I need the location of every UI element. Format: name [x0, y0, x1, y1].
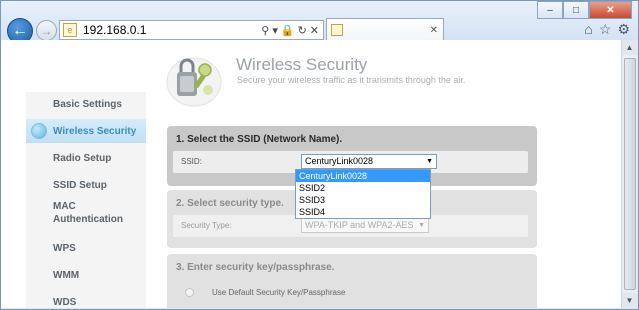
security-type-label: Security Type:	[181, 221, 232, 230]
tab-close-icon[interactable]: ✕	[430, 25, 438, 36]
settings-gear-icon[interactable]: ⚙	[617, 21, 630, 38]
ssid-select[interactable]: CenturyLink0028 ▼	[301, 154, 437, 169]
dropdown-arrow-icon[interactable]: ▾	[272, 24, 278, 37]
sidebar-item-label: WMM	[53, 269, 80, 281]
ssid-option[interactable]: CenturyLink0028	[296, 170, 430, 182]
lock-icon[interactable]: 🔒	[281, 24, 295, 37]
sidebar: Basic Settings Wireless Security Radio S…	[26, 92, 146, 308]
maximize-button[interactable]: □	[563, 1, 589, 19]
arrow-right-icon: →	[40, 23, 53, 38]
sidebar-item-label: Basic Settings	[53, 98, 122, 110]
sidebar-item-label: SSID Setup	[53, 179, 107, 191]
ssid-select-value: CenturyLink0028	[305, 156, 374, 166]
ssid-label: SSID:	[181, 157, 202, 166]
scroll-down-arrow-icon[interactable]: ▼	[622, 293, 637, 308]
stop-icon[interactable]: ✕	[310, 24, 319, 37]
forward-button[interactable]: →	[36, 20, 57, 41]
default-key-radio[interactable]	[185, 288, 194, 297]
sidebar-item-wds[interactable]: WDS	[26, 290, 146, 308]
browser-toolbar-icons: ⌂ ☆ ⚙	[584, 21, 630, 38]
sidebar-item-mac-authentication[interactable]: MAC Authentication	[26, 197, 146, 229]
ssid-dropdown-list: CenturyLink0028 SSID2 SSID3 SSID4	[295, 169, 431, 219]
page-favicon-icon: e	[63, 23, 77, 37]
scrollbar-thumb[interactable]	[624, 58, 636, 290]
section-title: 1. Select the SSID (Network Name).	[176, 134, 343, 145]
vertical-scrollbar[interactable]: ▲ ▼	[621, 40, 637, 308]
minimize-button[interactable]: –	[537, 1, 563, 19]
sidebar-item-label: Wireless Security	[53, 125, 137, 137]
security-key-section: 3. Enter security key/passphrase. Use De…	[167, 254, 537, 308]
globe-icon	[31, 123, 47, 139]
sidebar-item-label: WPS	[53, 242, 76, 254]
search-icon[interactable]: ⚲	[261, 24, 269, 37]
sidebar-item-label: Radio Setup	[53, 152, 112, 164]
arrow-left-icon: ←	[12, 22, 28, 39]
scroll-up-arrow-icon[interactable]: ▲	[622, 40, 637, 55]
default-key-option[interactable]: Use Default Security Key/Passphrase	[185, 288, 345, 297]
page-title: Wireless Security	[236, 55, 368, 74]
home-icon[interactable]: ⌂	[584, 21, 592, 38]
ssid-option[interactable]: SSID2	[296, 182, 430, 194]
dropdown-arrow-icon: ▼	[418, 222, 425, 229]
address-bar-icons: ⚲ ▾ 🔒 ↻ ✕	[261, 24, 319, 37]
url-text[interactable]: 192.168.0.1	[83, 23, 261, 37]
refresh-icon[interactable]: ↻	[298, 24, 307, 37]
sidebar-item-radio-setup[interactable]: Radio Setup	[26, 146, 146, 170]
security-type-value: WPA-TKIP and WPA2-AES	[305, 220, 414, 230]
page-viewport: Wireless Security Secure your wireless t…	[1, 40, 621, 308]
favorites-star-icon[interactable]: ☆	[599, 21, 612, 38]
sidebar-item-label: WDS	[53, 296, 77, 308]
sidebar-item-label: MAC Authentication	[53, 201, 123, 225]
section-title: 3. Enter security key/passphrase.	[176, 262, 335, 273]
ssid-option[interactable]: SSID4	[296, 206, 430, 218]
sidebar-item-wps[interactable]: WPS	[26, 236, 146, 260]
sidebar-item-basic-settings[interactable]: Basic Settings	[26, 92, 146, 116]
wireless-security-lock-icon	[166, 57, 222, 107]
page-subtitle: Secure your wireless traffic as it trans…	[237, 75, 466, 85]
sidebar-item-ssid-setup[interactable]: SSID Setup	[26, 173, 146, 197]
security-type-select[interactable]: WPA-TKIP and WPA2-AES ▼	[301, 218, 429, 233]
tab-favicon-icon	[331, 24, 343, 36]
window-controls: – □ ✕	[537, 1, 632, 19]
section-title: 2. Select security type.	[176, 198, 284, 209]
sidebar-item-wireless-security[interactable]: Wireless Security	[26, 119, 146, 143]
ssid-option[interactable]: SSID3	[296, 194, 430, 206]
browser-tab[interactable]: ✕	[326, 18, 444, 41]
close-window-button[interactable]: ✕	[589, 1, 632, 19]
address-bar[interactable]: e 192.168.0.1 ⚲ ▾ 🔒 ↻ ✕	[59, 20, 324, 40]
sidebar-item-wmm[interactable]: WMM	[26, 263, 146, 287]
default-key-radio-label: Use Default Security Key/Passphrase	[212, 288, 346, 297]
dropdown-arrow-icon: ▼	[426, 158, 433, 165]
